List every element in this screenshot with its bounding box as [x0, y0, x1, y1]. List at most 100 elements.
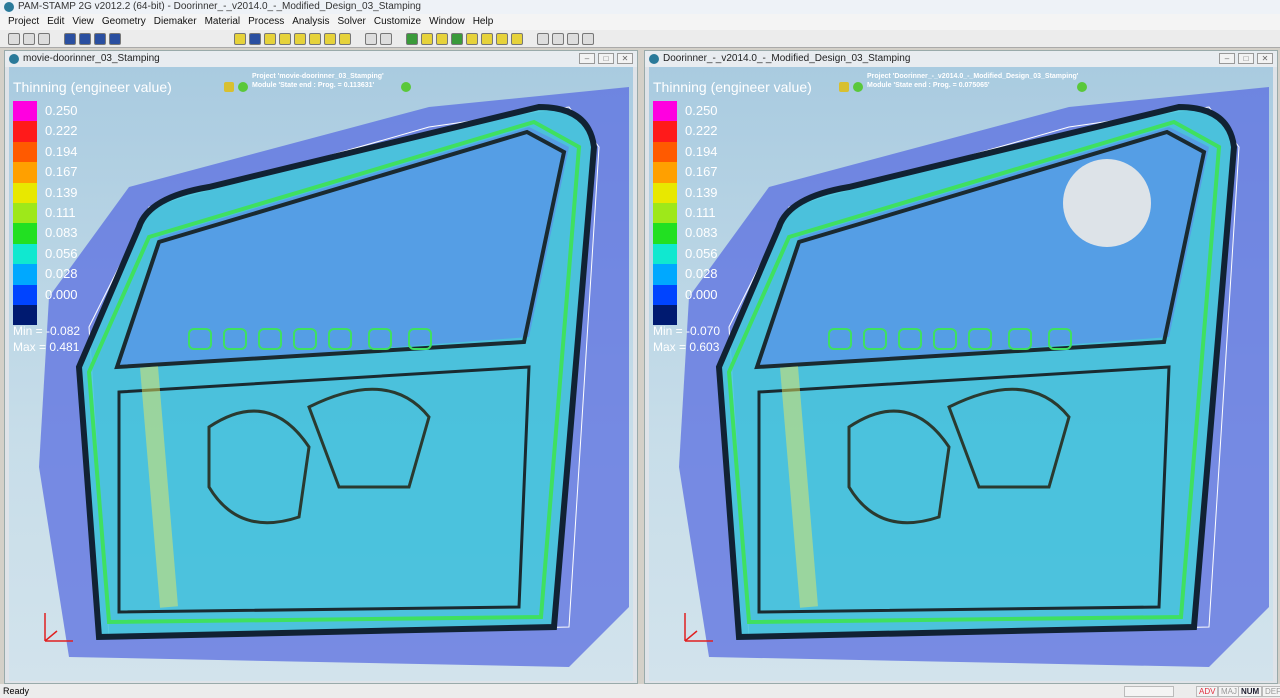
menu-project[interactable]: Project: [8, 14, 39, 30]
legend-color-band: [653, 182, 677, 203]
menu-help[interactable]: Help: [473, 14, 494, 30]
toolbar-separator: [135, 33, 143, 45]
toolbar-button-icon[interactable]: [79, 32, 91, 45]
next-state-icon[interactable]: [1077, 82, 1087, 92]
legend-value: 0.250: [45, 103, 78, 118]
legend-value: 0.000: [45, 286, 78, 302]
min-value: Min = -0.070: [653, 324, 721, 338]
toolbar-button-icon[interactable]: [537, 32, 549, 45]
legend-value: 0.139: [685, 184, 718, 200]
legend-color-band: [13, 243, 37, 265]
menu-process[interactable]: Process: [248, 14, 284, 30]
min-value: Min = -0.082: [13, 324, 81, 338]
toolbar-button-icon[interactable]: [109, 32, 121, 45]
toolbar-button-icon[interactable]: [496, 32, 508, 45]
legend-color-band: [13, 182, 37, 203]
menu-analysis[interactable]: Analysis: [292, 14, 329, 30]
status-indicator-num: NUM: [1238, 686, 1263, 697]
close-button[interactable]: ✕: [617, 53, 633, 64]
next-state-icon[interactable]: [401, 82, 411, 92]
toolbar-separator: [212, 33, 220, 45]
maximize-button[interactable]: □: [1238, 53, 1254, 64]
legend-color-band: [653, 121, 677, 142]
legend-color-band: [653, 243, 677, 265]
menu-view[interactable]: View: [72, 14, 94, 30]
status-bar: Ready ADV MAJ NUM DEF: [0, 684, 1280, 698]
open-folder-icon[interactable]: [839, 82, 849, 92]
menu-geometry[interactable]: Geometry: [102, 14, 146, 30]
toolbar-button-icon[interactable]: [249, 32, 261, 45]
legend-value: 0.194: [685, 143, 718, 159]
minimize-button[interactable]: –: [1219, 53, 1235, 64]
toolbar-button-icon[interactable]: [94, 32, 106, 45]
legend-color-band: [653, 223, 677, 244]
legend-value: 0.111: [685, 205, 716, 220]
3d-viewport[interactable]: Thinning (engineer value) Project 'Doori…: [649, 67, 1273, 681]
legend-value: 0.222: [685, 123, 718, 139]
status-indicator-def: DEF: [1262, 686, 1280, 697]
toolbar-button-icon[interactable]: [466, 32, 478, 45]
toolbar-button-icon[interactable]: [339, 32, 351, 45]
toolbar-button-icon[interactable]: [38, 32, 50, 45]
menu-diemaker[interactable]: Diemaker: [154, 14, 197, 30]
toolbar-button-icon[interactable]: [582, 32, 594, 45]
legend-color-band: [13, 203, 37, 224]
toolbar-button-icon[interactable]: [324, 32, 336, 45]
legend-value: 0.194: [45, 143, 78, 159]
toolbar-button-icon[interactable]: [436, 32, 448, 45]
project-name: Project 'movie-doorinner_03_Stamping': [252, 73, 384, 80]
toolbar-button-icon[interactable]: [567, 32, 579, 45]
status-indicator-adv: ADV: [1196, 686, 1219, 697]
legend-value: 0.167: [685, 164, 718, 180]
toolbar-button-icon[interactable]: [294, 32, 306, 45]
result-title: Thinning (engineer value): [13, 79, 172, 95]
legend-value: 0.139: [45, 184, 78, 200]
previous-state-icon[interactable]: [853, 82, 863, 92]
3d-viewport[interactable]: Thinning (engineer value) Project 'movie…: [9, 67, 633, 681]
menu-solver[interactable]: Solver: [338, 14, 366, 30]
toolbar-button-icon[interactable]: [8, 32, 20, 45]
toolbar-separator: [124, 33, 132, 45]
minimize-button[interactable]: –: [579, 53, 595, 64]
legend-value: 0.111: [45, 205, 76, 220]
window-title: Doorinner_-_v2014.0_-_Modified_Design_03…: [663, 53, 911, 64]
toolbar-button-icon[interactable]: [23, 32, 35, 45]
toolbar-button-icon[interactable]: [481, 32, 493, 45]
toolbar-separator: [53, 33, 61, 45]
toolbar-button-icon[interactable]: [406, 32, 418, 45]
project-name: Project 'Doorinner_-_v2014.0_-_Modified_…: [867, 73, 1079, 80]
toolbar-button-icon[interactable]: [365, 32, 377, 45]
menu-customize[interactable]: Customize: [374, 14, 421, 30]
previous-state-icon[interactable]: [238, 82, 248, 92]
toolbar-button-icon[interactable]: [309, 32, 321, 45]
toolbar-button-icon[interactable]: [511, 32, 523, 45]
menu-window[interactable]: Window: [429, 14, 465, 30]
window-header: movie-doorinner_03_Stamping – □ ✕: [5, 51, 637, 67]
title-bar: PAM-STAMP 2G v2012.2 (64-bit) - Doorinne…: [0, 0, 1280, 14]
toolbar-button-icon[interactable]: [552, 32, 564, 45]
toolbar-separator: [354, 33, 362, 45]
legend-color-band: [653, 284, 677, 305]
toolbar-button-icon[interactable]: [264, 32, 276, 45]
close-button[interactable]: ✕: [1257, 53, 1273, 64]
toolbar-button-icon[interactable]: [380, 32, 392, 45]
maximize-button[interactable]: □: [598, 53, 614, 64]
toolbar-separator: [597, 33, 605, 45]
legend-color-band: [13, 223, 37, 244]
menu-material[interactable]: Material: [205, 14, 241, 30]
toolbar-button-icon[interactable]: [64, 32, 76, 45]
toolbar-button-icon[interactable]: [279, 32, 291, 45]
legend-value: 0.083: [45, 225, 78, 241]
legend-color-band: [13, 284, 37, 305]
toolbar-button-icon[interactable]: [234, 32, 246, 45]
legend-color-band: [653, 162, 677, 183]
legend-value: 0.167: [45, 164, 78, 180]
menu-edit[interactable]: Edit: [47, 14, 64, 30]
open-folder-icon[interactable]: [224, 82, 234, 92]
status-text: Ready: [3, 686, 30, 696]
toolbar-separator: [526, 33, 534, 45]
toolbar-button-icon[interactable]: [451, 32, 463, 45]
viewport-window-right: Doorinner_-_v2014.0_-_Modified_Design_03…: [644, 50, 1278, 684]
toolbar-button-icon[interactable]: [421, 32, 433, 45]
viewport-window-left: movie-doorinner_03_Stamping – □ ✕ Thinning…: [4, 50, 638, 684]
